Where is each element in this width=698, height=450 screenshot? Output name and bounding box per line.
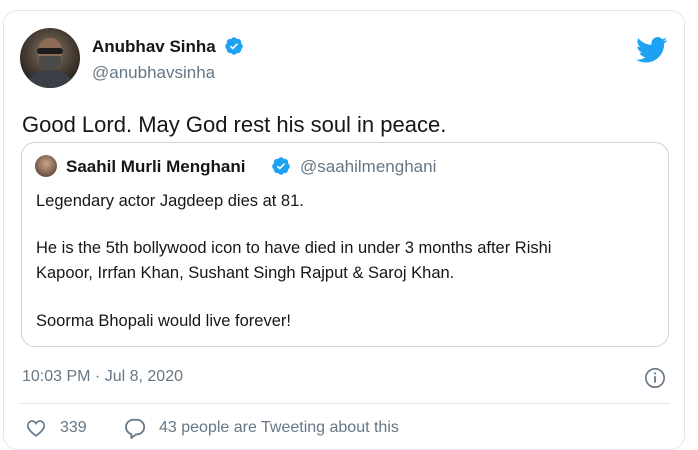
quoted-tweet[interactable]: Saahil Murli Menghani @saahilmenghani Le… — [21, 142, 669, 347]
quoted-text-line: Kapoor, Irrfan Khan, Sushant Singh Rajpu… — [36, 264, 455, 282]
author-handle[interactable]: @anubhavsinha — [92, 63, 215, 83]
quoted-text-line: Soorma Bhopali would live forever! — [36, 312, 291, 330]
divider — [20, 403, 670, 404]
twitter-bird-icon[interactable] — [636, 37, 668, 63]
verified-badge-icon — [272, 157, 290, 175]
quoted-text-line: He is the 5th bollywood icon to have die… — [36, 239, 552, 257]
verified-badge-icon — [225, 37, 243, 55]
author-name[interactable]: Anubhav Sinha — [92, 37, 216, 57]
quoted-author-name: Saahil Murli Menghani — [66, 157, 246, 176]
reply-icon[interactable] — [124, 417, 146, 439]
quoted-text-line: Legendary actor Jagdeep dies at 81. — [36, 192, 304, 210]
tweet-timestamp[interactable]: 10:03 PM · Jul 8, 2020 — [22, 368, 183, 386]
author-avatar[interactable] — [20, 28, 80, 88]
tweet-text: Good Lord. May God rest his soul in peac… — [22, 112, 447, 137]
heart-icon[interactable] — [26, 419, 46, 437]
quoted-author-handle: @saahilmenghani — [300, 157, 437, 176]
tweet-card: Anubhav Sinha @anubhavsinha Good Lord. M… — [3, 10, 685, 450]
tweeting-count[interactable]: 43 people are Tweeting about this — [159, 419, 399, 437]
like-count[interactable]: 339 — [60, 419, 87, 437]
quoted-author-avatar[interactable] — [35, 155, 57, 177]
info-icon[interactable] — [644, 367, 666, 389]
